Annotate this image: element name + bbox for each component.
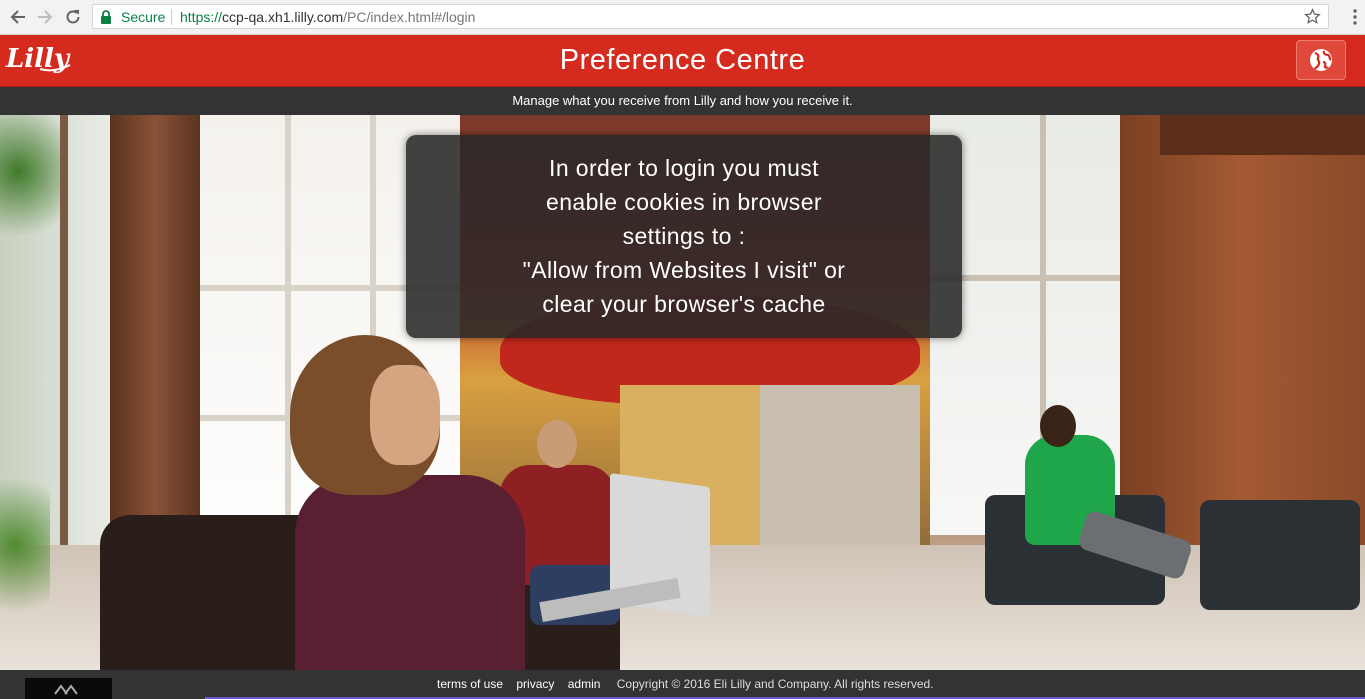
cookie-warning-message: In order to login you must enable cookie…: [406, 135, 962, 338]
globe-icon: [1310, 49, 1332, 71]
message-line: "Allow from Websites I visit" or: [522, 257, 846, 283]
site-footer: terms of use privacy admin Copyright © 2…: [0, 670, 1365, 699]
person-purple-sweater: [295, 475, 525, 670]
page-title: Preference Centre: [559, 44, 806, 76]
person-face: [370, 365, 440, 465]
address-bar[interactable]: Secure https://ccp-qa.xh1.lilly.com/PC/i…: [92, 4, 1329, 29]
message-line: settings to :: [622, 223, 746, 249]
art-panel: [760, 385, 920, 555]
site-header: Lilly Preference Centre: [0, 35, 1365, 87]
forward-arrow-icon: [38, 10, 53, 24]
lock-icon: [101, 10, 111, 24]
thumbnail-glyph-icon: [54, 684, 78, 695]
armchair: [1200, 500, 1360, 610]
footer-links: terms of use privacy admin Copyright © 2…: [437, 677, 944, 691]
message-line: enable cookies in browser: [546, 189, 822, 215]
star-icon[interactable]: [1304, 8, 1321, 25]
plant: [0, 455, 50, 635]
back-arrow-icon: [10, 10, 25, 24]
plant: [0, 115, 60, 255]
url-host: ccp-qa.xh1.lilly.com: [222, 9, 344, 25]
taskbar-thumbnail: [25, 678, 112, 699]
browser-toolbar: Secure https://ccp-qa.xh1.lilly.com/PC/i…: [0, 0, 1365, 35]
reload-button[interactable]: [62, 6, 84, 28]
privacy-link[interactable]: privacy: [516, 677, 554, 691]
copyright-text: Copyright © 2016 Eli Lilly and Company. …: [616, 677, 934, 691]
tagline-bar: Manage what you receive from Lilly and h…: [0, 87, 1365, 115]
message-line: clear your browser's cache: [542, 291, 826, 317]
admin-link[interactable]: admin: [568, 677, 601, 691]
url-scheme: https://: [180, 9, 223, 25]
forward-button[interactable]: [34, 6, 56, 28]
message-line: In order to login you must: [549, 155, 819, 181]
window-mullion: [285, 115, 291, 555]
menu-dots-icon[interactable]: [1353, 9, 1357, 25]
back-button[interactable]: [7, 6, 29, 28]
url-path: /PC/index.html#/login: [343, 9, 476, 25]
person-head: [537, 420, 577, 468]
omnibox-divider: [171, 9, 172, 25]
secure-label: Secure: [121, 9, 166, 25]
reload-icon: [66, 10, 80, 24]
tagline-text: Manage what you receive from Lilly and h…: [512, 93, 853, 108]
ceiling-soffit: [1160, 115, 1365, 155]
url-text[interactable]: https://ccp-qa.xh1.lilly.com/PC/index.ht…: [180, 9, 475, 25]
person-head: [1040, 405, 1076, 447]
terms-of-use-link[interactable]: terms of use: [437, 677, 503, 691]
language-button[interactable]: [1296, 40, 1346, 80]
